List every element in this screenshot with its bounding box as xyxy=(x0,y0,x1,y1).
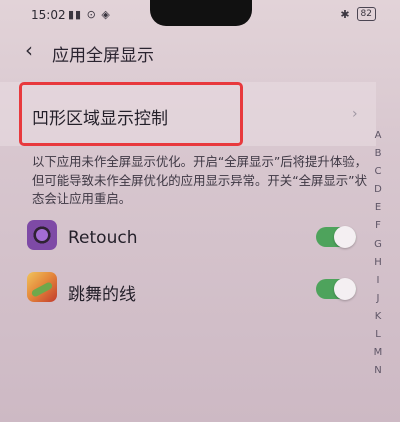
dancing-line-app-icon xyxy=(27,272,57,302)
fullscreen-toggle-dancing-line[interactable] xyxy=(316,278,356,300)
index-letter[interactable]: L xyxy=(375,327,381,342)
index-letter[interactable]: D xyxy=(374,182,382,197)
app-row-retouch: Retouch xyxy=(0,212,376,260)
screen: 15:02 ▮▮ ⊙ ◈ ✱ 82 ‹ 应用全屏显示 凹形区域显示控制 › 以下… xyxy=(0,0,400,422)
fullscreen-note: 以下应用未作全屏显示优化。开启“全屏显示”后将提升体验，但可能导致未作全屏优化的… xyxy=(32,154,367,206)
toggle-knob xyxy=(334,278,356,300)
back-icon[interactable]: ‹ xyxy=(25,38,33,62)
index-letter[interactable]: F xyxy=(375,218,381,233)
status-time: 15:02 xyxy=(31,8,66,22)
index-letter[interactable]: A xyxy=(375,128,382,143)
index-letter[interactable]: B xyxy=(375,146,382,161)
index-letter[interactable]: C xyxy=(375,164,382,179)
app-name: 跳舞的线 xyxy=(68,285,136,305)
index-letter[interactable]: G xyxy=(374,237,382,252)
signal-wifi-icons: ▮▮ ⊙ ◈ xyxy=(68,8,111,21)
red-highlight-box xyxy=(19,82,243,146)
index-letter[interactable]: H xyxy=(374,255,382,270)
fullscreen-toggle-retouch[interactable] xyxy=(316,226,356,248)
toggle-knob xyxy=(334,226,356,248)
app-row-dancing-line: 跳舞的线 xyxy=(0,264,376,312)
retouch-app-icon xyxy=(27,220,57,250)
app-name: Retouch xyxy=(68,228,138,248)
index-letter[interactable]: M xyxy=(374,345,383,360)
chevron-right-icon: › xyxy=(352,106,358,122)
index-letter[interactable]: K xyxy=(375,309,382,324)
index-letter[interactable]: J xyxy=(377,291,380,306)
bluetooth-icon: ✱ xyxy=(340,7,350,21)
index-letter[interactable]: N xyxy=(374,363,381,378)
page-title: 应用全屏显示 xyxy=(52,46,154,66)
alphabet-index[interactable]: A B C D E F G H I J K L M N xyxy=(366,128,390,378)
index-letter[interactable]: I xyxy=(377,273,380,288)
index-letter[interactable]: E xyxy=(375,200,381,215)
status-right: ✱ 82 xyxy=(340,7,376,21)
status-bar: 15:02 ▮▮ ⊙ ◈ ✱ 82 xyxy=(0,0,400,34)
screen-notch xyxy=(150,0,252,26)
battery-icon: 82 xyxy=(356,7,376,21)
